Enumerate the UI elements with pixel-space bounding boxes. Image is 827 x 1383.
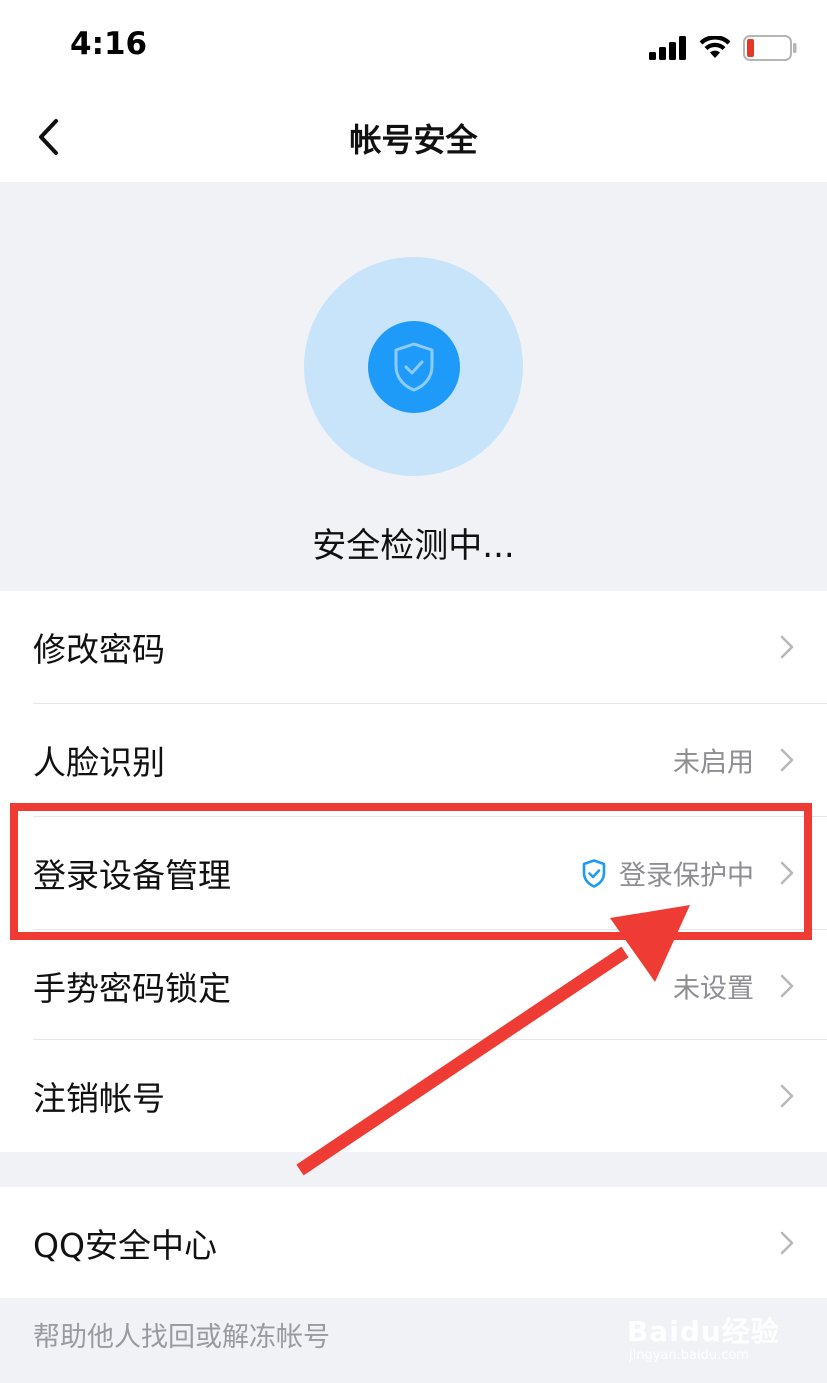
menu-item-label: QQ安全中心 [33, 1225, 217, 1265]
chevron-right-icon [780, 974, 794, 998]
menu-item-value: 未启用 [673, 747, 754, 779]
wifi-icon [699, 36, 731, 58]
chevron-right-icon [780, 1084, 794, 1108]
watermark-url: jingyan.baidu.com [629, 1348, 749, 1363]
menu-item-label: 手势密码锁定 [33, 969, 231, 1008]
menu-item-label: 修改密码 [33, 630, 165, 669]
highlight-box [10, 803, 812, 940]
shield-check-icon [394, 342, 434, 392]
menu-item-label: 注销帐号 [33, 1079, 165, 1118]
page-title: 帐号安全 [349, 121, 478, 159]
chevron-right-icon [780, 635, 794, 659]
menu-item-change-password[interactable]: 修改密码 [0, 591, 827, 703]
chevron-right-icon [780, 748, 794, 772]
security-check-status: 安全检测中... [312, 526, 515, 566]
menu-item-face-recognition[interactable]: 人脸识别 未启用 [0, 704, 827, 816]
menu-item-label: 人脸识别 [33, 743, 165, 782]
status-time: 4:16 [70, 26, 148, 62]
chevron-right-icon [780, 1231, 794, 1254]
nav-bar: 帐号安全 [0, 95, 827, 182]
security-status-circle [304, 257, 523, 476]
security-center-group: QQ安全中心 [0, 1187, 827, 1298]
help-others-recover-link[interactable]: 帮助他人找回或解冻帐号 [33, 1315, 330, 1354]
menu-item-qq-security-center[interactable]: QQ安全中心 [0, 1187, 827, 1298]
cellular-signal-icon [649, 36, 686, 60]
status-icons [649, 34, 797, 62]
menu-item-value: 未设置 [673, 973, 754, 1005]
baidu-jingyan-watermark: Baidu经验 jingyan.baidu.com [627, 1300, 787, 1366]
security-status-badge [368, 321, 460, 413]
security-check-hero: 安全检测中... [0, 182, 827, 591]
status-bar: 4:16 [0, 0, 827, 95]
menu-item-cancel-account[interactable]: 注销帐号 [0, 1040, 827, 1152]
menu-item-gesture-lock[interactable]: 手势密码锁定 未设置 [0, 930, 827, 1042]
watermark-logo: Baidu经验 [627, 1315, 780, 1348]
battery-icon [743, 35, 797, 61]
